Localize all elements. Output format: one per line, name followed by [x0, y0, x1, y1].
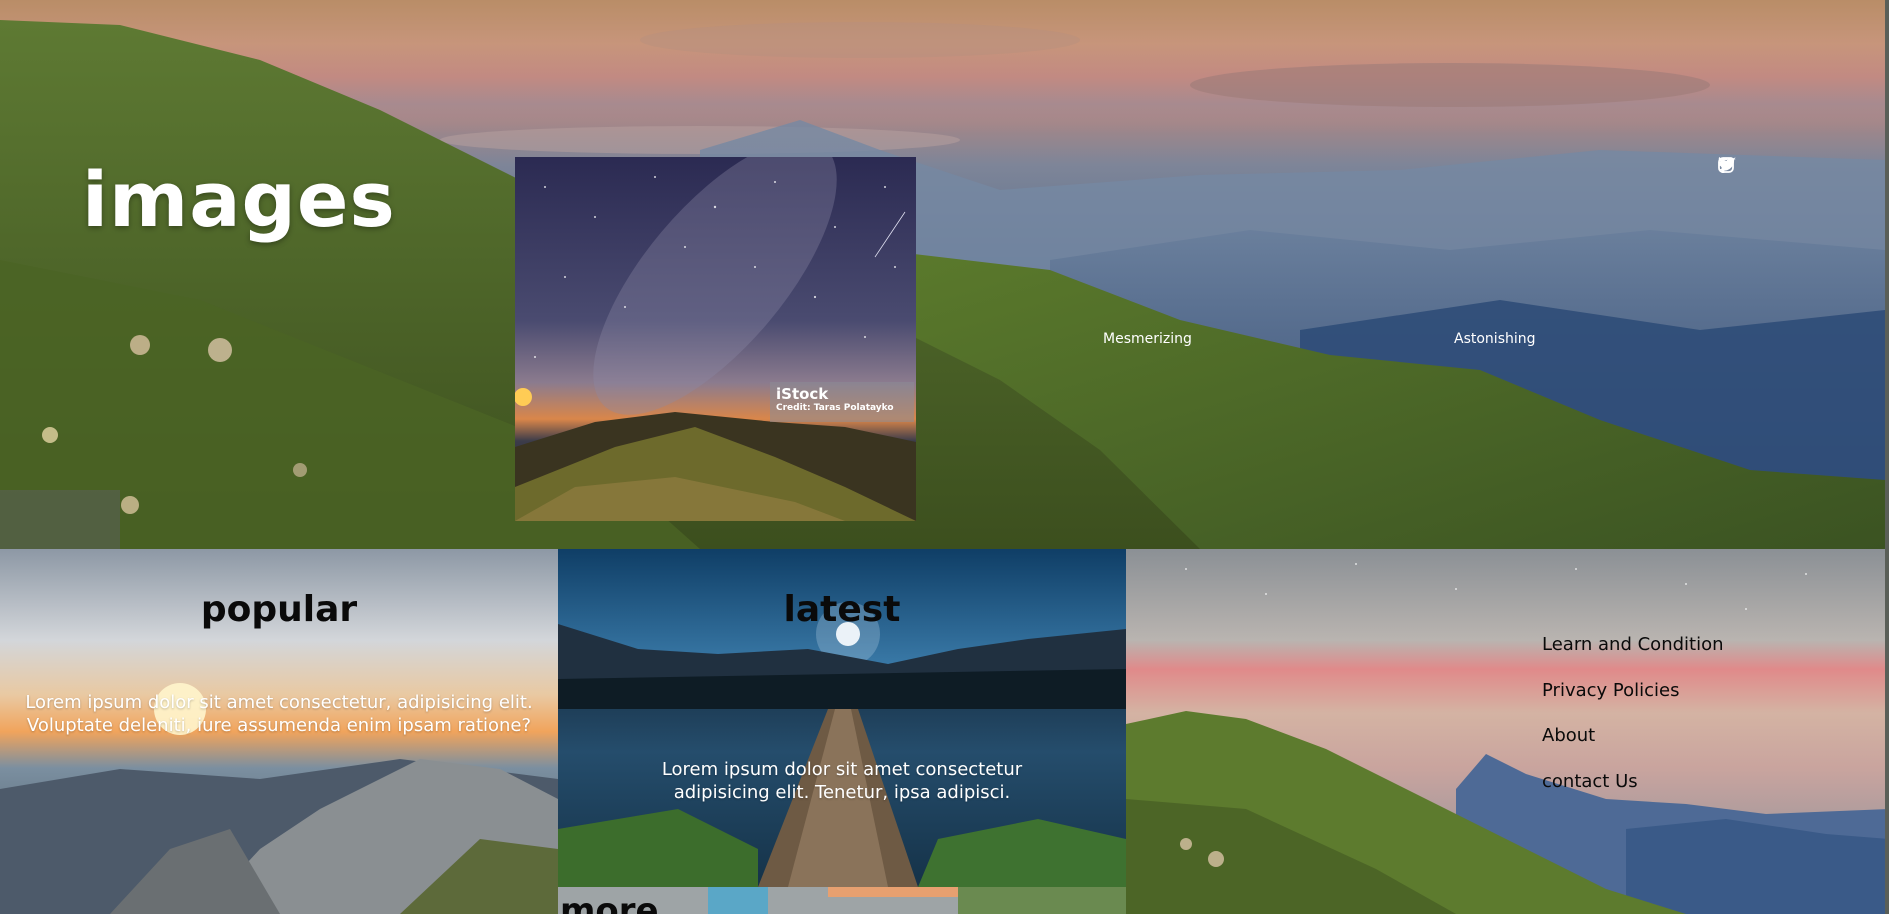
hero-background	[0, 20, 1885, 549]
footer-section: Learn and Condition Privacy Policies Abo…	[1126, 549, 1889, 914]
latest-text: Lorem ipsum dolor sit amet consectetur a…	[661, 759, 1023, 803]
popular-heading: popular	[200, 589, 358, 630]
latest-heading: latest	[783, 589, 901, 630]
tab-astonishing[interactable]: Astonishing	[1454, 331, 1536, 347]
latest-section: latest Lorem ipsum dolor sit amet consec…	[558, 549, 1126, 887]
popular-text: Lorem ipsum dolor sit amet consectetur, …	[25, 692, 533, 736]
more-section: more	[558, 887, 1126, 914]
footer-nav: Learn and Condition Privacy Policies Abo…	[1542, 634, 1724, 816]
footer-link-learn-condition[interactable]: Learn and Condition	[1542, 634, 1724, 680]
footer-link-contact-us[interactable]: contact Us	[1542, 771, 1724, 817]
watermark-brand: iStock	[776, 385, 829, 403]
hero-banner: images iStock Credit: Taras Polatayko Me…	[0, 0, 1885, 549]
more-heading: more	[560, 891, 659, 914]
facebook-icon[interactable]	[1719, 157, 1790, 175]
watermark-credit: Credit: Taras Polatayko	[776, 403, 894, 413]
stock-watermark: iStock Credit: Taras Polatayko	[770, 382, 914, 422]
footer-link-about[interactable]: About	[1542, 725, 1724, 771]
footer-background	[1126, 549, 1889, 914]
instagram-icon[interactable]	[1718, 157, 1763, 175]
popular-section: popular Lorem ipsum dolor sit amet conse…	[0, 549, 558, 914]
site-title: images	[82, 155, 396, 244]
social-links	[1718, 157, 1790, 175]
gallery-image	[515, 157, 916, 521]
gallery-slide[interactable]: iStock Credit: Taras Polatayko	[515, 157, 916, 521]
page-scrollbar[interactable]	[1885, 0, 1889, 914]
tab-mesmerizing[interactable]: Mesmerizing	[1103, 331, 1192, 347]
footer-link-privacy-policies[interactable]: Privacy Policies	[1542, 680, 1724, 726]
